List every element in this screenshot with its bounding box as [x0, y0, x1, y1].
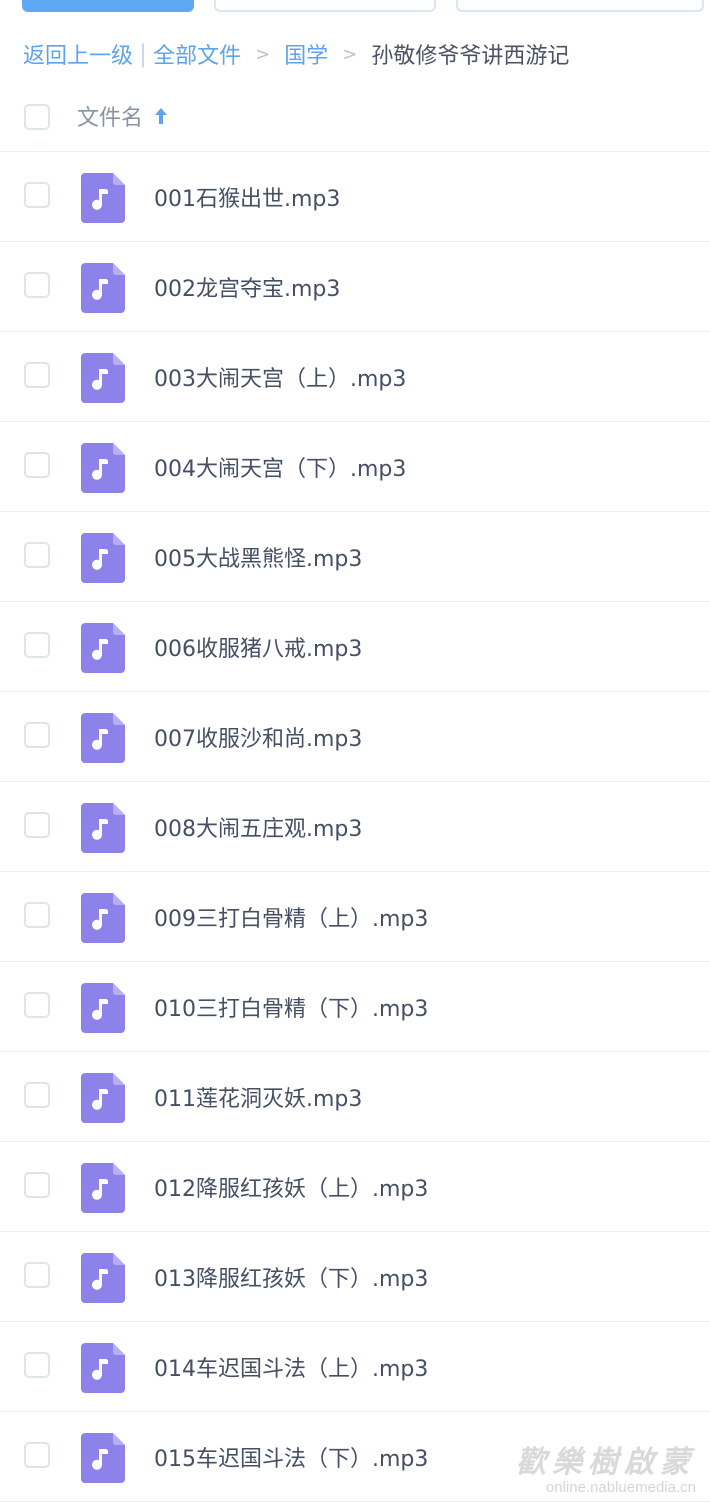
file-row[interactable]: 005大战黑熊怪.mp3 [0, 512, 710, 602]
file-name[interactable]: 002龙宫夺宝.mp3 [154, 271, 340, 303]
music-file-icon [81, 893, 125, 943]
arrow-up-icon [153, 106, 169, 126]
breadcrumb: 返回上一级 | 全部文件 > 国学 > 孙敬修爷爷讲西游记 [23, 36, 569, 72]
file-row[interactable]: 015车迟国斗法（下）.mp3 [0, 1412, 710, 1502]
sort-by-name-button[interactable]: 文件名 [77, 100, 169, 132]
file-checkbox[interactable] [24, 1262, 50, 1288]
file-name[interactable]: 014车迟国斗法（上）.mp3 [154, 1351, 428, 1383]
file-checkbox[interactable] [24, 722, 50, 748]
music-file-icon [81, 173, 125, 223]
file-name[interactable]: 015车迟国斗法（下）.mp3 [154, 1441, 428, 1473]
file-checkbox[interactable] [24, 1442, 50, 1468]
file-row[interactable]: 007收服沙和尚.mp3 [0, 692, 710, 782]
file-checkbox[interactable] [24, 1352, 50, 1378]
list-header: 文件名 [0, 84, 710, 152]
breadcrumb-back-link[interactable]: 返回上一级 [23, 38, 133, 70]
music-file-icon [81, 353, 125, 403]
file-row[interactable]: 003大闹天宫（上）.mp3 [0, 332, 710, 422]
file-checkbox[interactable] [24, 452, 50, 478]
breadcrumb-separator: > [255, 43, 271, 65]
music-file-icon [81, 1343, 125, 1393]
file-row[interactable]: 004大闹天宫（下）.mp3 [0, 422, 710, 512]
file-checkbox[interactable] [24, 812, 50, 838]
file-checkbox[interactable] [24, 902, 50, 928]
select-all-checkbox[interactable] [24, 104, 50, 130]
file-row[interactable]: 013降服红孩妖（下）.mp3 [0, 1232, 710, 1322]
file-name[interactable]: 004大闹天宫（下）.mp3 [154, 451, 406, 483]
music-file-icon [81, 533, 125, 583]
music-file-icon [81, 983, 125, 1033]
music-file-icon [81, 1253, 125, 1303]
file-name[interactable]: 012降服红孩妖（上）.mp3 [154, 1171, 428, 1203]
file-row[interactable]: 012降服红孩妖（上）.mp3 [0, 1142, 710, 1232]
music-file-icon [81, 1433, 125, 1483]
file-list: 001石猴出世.mp3 002龙宫夺宝.mp3 003大闹天宫（上）.mp3 0… [0, 152, 710, 1502]
breadcrumb-current: 孙敬修爷爷讲西游记 [371, 44, 570, 69]
file-checkbox[interactable] [24, 1082, 50, 1108]
file-name[interactable]: 003大闹天宫（上）.mp3 [154, 361, 406, 393]
music-file-icon [81, 713, 125, 763]
music-file-icon [81, 803, 125, 853]
breadcrumb-separator: > [342, 43, 358, 65]
music-file-icon [81, 443, 125, 493]
file-row[interactable]: 010三打白骨精（下）.mp3 [0, 962, 710, 1052]
file-checkbox[interactable] [24, 1172, 50, 1198]
file-name[interactable]: 009三打白骨精（上）.mp3 [154, 901, 428, 933]
file-row[interactable]: 009三打白骨精（上）.mp3 [0, 872, 710, 962]
file-row[interactable]: 002龙宫夺宝.mp3 [0, 242, 710, 332]
file-name[interactable]: 010三打白骨精（下）.mp3 [154, 991, 428, 1023]
music-file-icon [81, 623, 125, 673]
file-row[interactable]: 008大闹五庄观.mp3 [0, 782, 710, 872]
breadcrumb-parent-link[interactable]: 国学 [284, 38, 328, 70]
file-name[interactable]: 008大闹五庄观.mp3 [154, 811, 362, 843]
file-name[interactable]: 005大战黑熊怪.mp3 [154, 541, 362, 573]
file-checkbox[interactable] [24, 992, 50, 1018]
breadcrumb-all-files-link[interactable]: 全部文件 [153, 38, 241, 70]
name-column-label: 文件名 [77, 106, 144, 131]
file-name[interactable]: 007收服沙和尚.mp3 [154, 721, 362, 753]
file-checkbox[interactable] [24, 182, 50, 208]
music-file-icon [81, 1073, 125, 1123]
top-secondary-button[interactable] [214, 0, 436, 12]
file-row[interactable]: 011莲花洞灭妖.mp3 [0, 1052, 710, 1142]
file-checkbox[interactable] [24, 632, 50, 658]
file-row[interactable]: 006收服猪八戒.mp3 [0, 602, 710, 692]
file-name[interactable]: 013降服红孩妖（下）.mp3 [154, 1261, 428, 1293]
file-checkbox[interactable] [24, 272, 50, 298]
file-checkbox[interactable] [24, 362, 50, 388]
file-checkbox[interactable] [24, 542, 50, 568]
music-file-icon [81, 1163, 125, 1213]
file-row[interactable]: 014车迟国斗法（上）.mp3 [0, 1322, 710, 1412]
file-name[interactable]: 011莲花洞灭妖.mp3 [154, 1081, 362, 1113]
file-row[interactable]: 001石猴出世.mp3 [0, 152, 710, 242]
top-tertiary-button[interactable] [456, 0, 704, 12]
music-file-icon [81, 263, 125, 313]
file-name[interactable]: 001石猴出世.mp3 [154, 181, 340, 213]
top-primary-button[interactable] [22, 0, 194, 12]
breadcrumb-divider: | [139, 40, 148, 68]
file-name[interactable]: 006收服猪八戒.mp3 [154, 631, 362, 663]
